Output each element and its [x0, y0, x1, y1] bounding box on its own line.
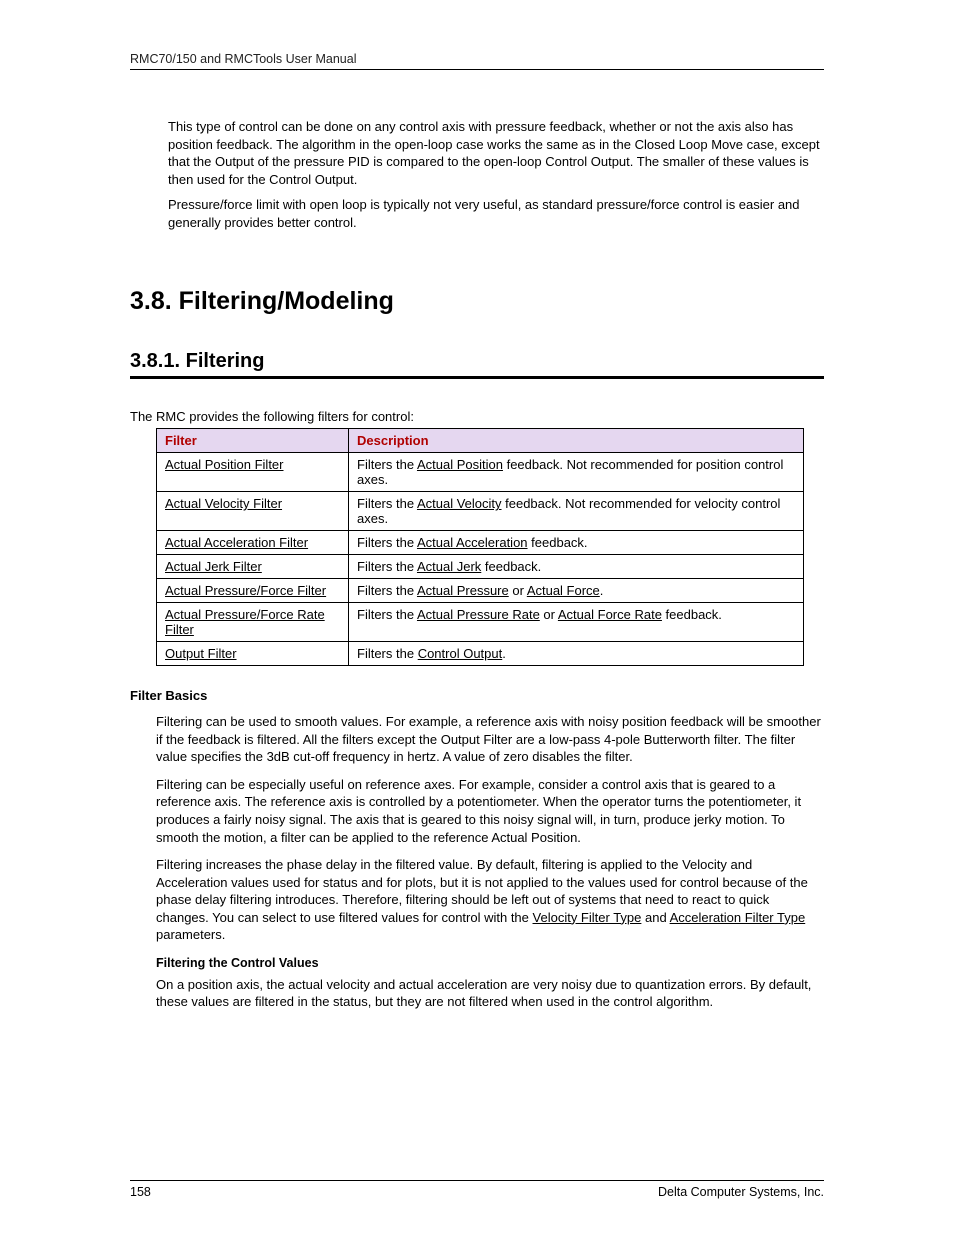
table-header-row: Filter Description: [157, 429, 804, 453]
filter-link[interactable]: Actual Jerk Filter: [165, 559, 262, 574]
table-row: Actual Acceleration Filter Filters the A…: [157, 531, 804, 555]
col-filter: Filter: [157, 429, 349, 453]
paragraph: Filtering can be especially useful on re…: [156, 776, 824, 846]
document-page: RMC70/150 and RMCTools User Manual This …: [0, 0, 954, 1235]
table-row: Actual Pressure/Force Filter Filters the…: [157, 579, 804, 603]
filter-basics-block: Filtering can be used to smooth values. …: [156, 713, 824, 1011]
cell-desc: Filters the Actual Position feedback. No…: [349, 453, 804, 492]
desc-link[interactable]: Actual Velocity: [417, 496, 502, 511]
section-heading: 3.8. Filtering/Modeling: [130, 287, 824, 316]
desc-link[interactable]: Actual Jerk: [417, 559, 481, 574]
acceleration-filter-type-link[interactable]: Acceleration Filter Type: [670, 910, 806, 925]
paragraph: Pressure/force limit with open loop is t…: [168, 196, 824, 231]
cell-desc: Filters the Control Output.: [349, 642, 804, 666]
cell-desc: Filters the Actual Acceleration feedback…: [349, 531, 804, 555]
desc-link[interactable]: Actual Acceleration: [417, 535, 528, 550]
paragraph: Filtering can be used to smooth values. …: [156, 713, 824, 766]
paragraph: This type of control can be done on any …: [168, 118, 824, 188]
page-footer: 158 Delta Computer Systems, Inc.: [130, 1180, 824, 1199]
paragraph: Filtering increases the phase delay in t…: [156, 856, 824, 944]
filter-link[interactable]: Actual Velocity Filter: [165, 496, 282, 511]
filter-link[interactable]: Actual Pressure/Force Filter: [165, 583, 326, 598]
filter-basics-heading: Filter Basics: [130, 688, 824, 703]
table-row: Actual Pressure/Force Rate Filter Filter…: [157, 603, 804, 642]
subsection-heading: 3.8.1. Filtering: [130, 350, 824, 379]
page-header: RMC70/150 and RMCTools User Manual: [130, 52, 824, 70]
desc-link[interactable]: Actual Pressure Rate: [417, 607, 540, 622]
page-number: 158: [130, 1185, 151, 1199]
filter-link[interactable]: Actual Pressure/Force Rate Filter: [165, 607, 325, 637]
company-name: Delta Computer Systems, Inc.: [658, 1185, 824, 1199]
table-row: Actual Position Filter Filters the Actua…: [157, 453, 804, 492]
filter-link[interactable]: Actual Position Filter: [165, 457, 284, 472]
desc-link[interactable]: Actual Position: [417, 457, 503, 472]
top-section: This type of control can be done on any …: [168, 118, 824, 231]
paragraph: On a position axis, the actual velocity …: [156, 976, 824, 1011]
table-row: Actual Jerk Filter Filters the Actual Je…: [157, 555, 804, 579]
filter-link[interactable]: Actual Acceleration Filter: [165, 535, 308, 550]
table-row: Output Filter Filters the Control Output…: [157, 642, 804, 666]
filter-table: Filter Description Actual Position Filte…: [156, 428, 804, 666]
cell-desc: Filters the Actual Jerk feedback.: [349, 555, 804, 579]
desc-link[interactable]: Control Output: [418, 646, 503, 661]
control-values-heading: Filtering the Control Values: [156, 956, 824, 970]
cell-desc: Filters the Actual Pressure or Actual Fo…: [349, 579, 804, 603]
table-row: Actual Velocity Filter Filters the Actua…: [157, 492, 804, 531]
desc-link[interactable]: Actual Force: [527, 583, 600, 598]
filter-link[interactable]: Output Filter: [165, 646, 237, 661]
col-description: Description: [349, 429, 804, 453]
cell-desc: Filters the Actual Pressure Rate or Actu…: [349, 603, 804, 642]
velocity-filter-type-link[interactable]: Velocity Filter Type: [533, 910, 642, 925]
desc-link[interactable]: Actual Force Rate: [558, 607, 662, 622]
intro-text: The RMC provides the following filters f…: [130, 409, 824, 424]
desc-link[interactable]: Actual Pressure: [417, 583, 509, 598]
cell-desc: Filters the Actual Velocity feedback. No…: [349, 492, 804, 531]
